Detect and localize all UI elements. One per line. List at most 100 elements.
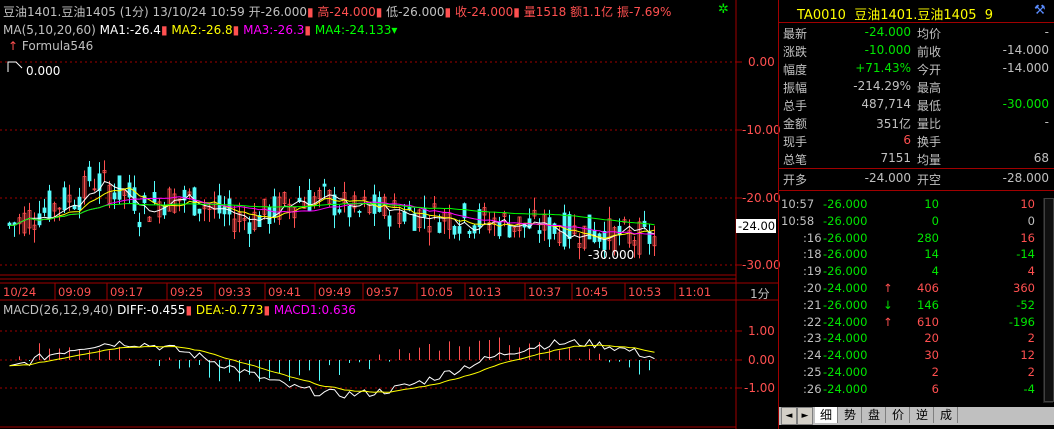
quote-label: 总手 <box>783 99 808 113</box>
formula-label: Formula546 <box>21 39 94 53</box>
time-axis-label: 10:53 <box>628 285 662 299</box>
quote-label: 最低 <box>917 99 942 113</box>
candle-body <box>377 197 382 212</box>
tick-time: :26 <box>803 381 822 396</box>
nav-right-button[interactable]: ► <box>797 407 813 425</box>
contract-code: TA0010 <box>797 8 846 23</box>
amplitude-value: 振-7.69% <box>617 5 672 19</box>
tick-time: :18 <box>803 247 822 262</box>
volume-value: 量1518 <box>523 5 567 19</box>
tick-price: -26.000 <box>823 213 868 228</box>
time-axis-label: 10:05 <box>420 285 454 299</box>
candle-body <box>87 166 92 182</box>
candle-body <box>337 209 342 213</box>
quote-value: -30.000 <box>1002 97 1049 111</box>
quote-row: 总手 487,714 最低 -30.000 <box>779 97 1054 114</box>
candle-body <box>462 203 467 219</box>
quote-value: - <box>1044 25 1049 39</box>
candle-body <box>137 221 142 228</box>
candle-body <box>332 194 337 216</box>
price-axis-label: 0.00 <box>748 55 775 69</box>
settings-icon[interactable]: ✲ <box>718 2 729 17</box>
tick-time: :24 <box>803 348 822 363</box>
tick-change: -14 <box>1016 247 1035 262</box>
candle-body <box>112 192 117 200</box>
tick-volume: 4 <box>931 264 939 279</box>
quote-label: 总笔 <box>783 153 808 167</box>
time-axis-label: 09:09 <box>58 285 92 299</box>
tick-time: 10:58 <box>781 213 815 228</box>
scrollbar-thumb[interactable] <box>1044 198 1054 402</box>
macd-dea: DEA:-0.773 <box>195 303 264 317</box>
tick-change: -4 <box>1023 381 1035 396</box>
ma4-value: MA4:-24.133 <box>314 23 392 37</box>
formula-marker-line <box>7 61 23 72</box>
tick-time: 10:57 <box>781 197 815 211</box>
quote-value: -214.29% <box>853 79 911 93</box>
period-label[interactable]: 1分 <box>750 285 770 302</box>
time-axis-label: 09:17 <box>110 285 144 299</box>
time-axis-label: 10:45 <box>575 285 609 299</box>
candle-body <box>547 217 552 240</box>
tool-icon[interactable]: ⚒ <box>1034 3 1046 18</box>
tab-4[interactable]: 逆 <box>911 407 934 423</box>
tick-volume: 2 <box>931 365 939 379</box>
candle-body <box>497 222 502 237</box>
quote-label: 换手 <box>917 135 942 149</box>
amount-value: 额1.1亿 <box>570 5 614 19</box>
tab-bar: ◄ ► 细势盘价逆成 <box>779 407 1054 425</box>
tick-row: 10:58 -26.000 0 0 <box>779 214 1054 228</box>
tick-time: :22 <box>803 314 822 329</box>
tick-price: -24.000 <box>823 331 868 346</box>
quote-value: -10.000 <box>864 43 911 57</box>
high-value: 高-24.000 <box>317 5 376 19</box>
tick-price: -26.000 <box>823 230 868 245</box>
tick-change: 2 <box>1027 331 1035 346</box>
candle-body <box>152 192 157 203</box>
tick-time: :23 <box>803 331 822 346</box>
candle-body <box>192 187 197 216</box>
chart-title: 豆油1401.豆油1405 (1分) 13/10/24 10:59 <box>3 5 245 19</box>
tick-volume: 146 <box>917 297 939 312</box>
tab-2[interactable]: 盘 <box>863 407 886 423</box>
tick-volume: 30 <box>924 348 939 363</box>
close-value: 收-24.000 <box>454 5 514 19</box>
contract-extra: 9 <box>984 8 994 23</box>
candle-body <box>42 207 47 213</box>
kline-chart-area[interactable]: 豆油1401.豆油1405 (1分) 13/10/24 10:59 开-26.0… <box>0 0 781 429</box>
diff-line <box>9 338 655 399</box>
tick-row: :26 -24.000 6 -4 <box>779 382 1054 396</box>
tick-time: :20 <box>803 281 822 295</box>
tab-1[interactable]: 势 <box>839 407 862 423</box>
kline-chart-svg[interactable] <box>0 0 778 429</box>
tick-scrollbar[interactable] <box>1043 198 1054 403</box>
tick-price: -26.000 <box>823 197 868 211</box>
tick-price: -24.000 <box>823 365 868 379</box>
arrow-up-icon: ↑ <box>8 39 19 53</box>
tab-5[interactable]: 成 <box>935 407 958 423</box>
candle-body <box>537 230 542 234</box>
macd-axis-label: 1.00 <box>748 324 775 338</box>
price-axis-label: -10.00 <box>742 123 781 137</box>
tick-volume: 610 <box>917 314 939 329</box>
quote-value: +71.43% <box>855 61 911 75</box>
formula-value: 0.000 <box>26 64 61 78</box>
flag-icon: ▮ <box>513 5 520 19</box>
tick-price: -26.000 <box>823 247 868 262</box>
time-axis-label: 11:01 <box>678 285 712 299</box>
flag-icon: ▮ <box>306 5 314 19</box>
open-long-value: -24.000 <box>864 171 911 185</box>
quote-value: 7151 <box>880 151 911 165</box>
candle-body <box>62 187 67 211</box>
dea-line <box>9 344 655 393</box>
ma5-line <box>9 180 655 241</box>
tick-volume: 14 <box>924 247 939 262</box>
candle-body <box>267 207 272 224</box>
quote-row: 涨跌 -10.000 前收 -14.000 <box>779 43 1054 60</box>
tab-3[interactable]: 价 <box>887 407 910 423</box>
tick-change: 0 <box>1027 213 1035 228</box>
tab-0[interactable]: 细 <box>815 407 838 423</box>
nav-left-button[interactable]: ◄ <box>781 407 797 425</box>
flag-icon: ▮ <box>160 23 168 37</box>
candle-body <box>197 208 202 214</box>
